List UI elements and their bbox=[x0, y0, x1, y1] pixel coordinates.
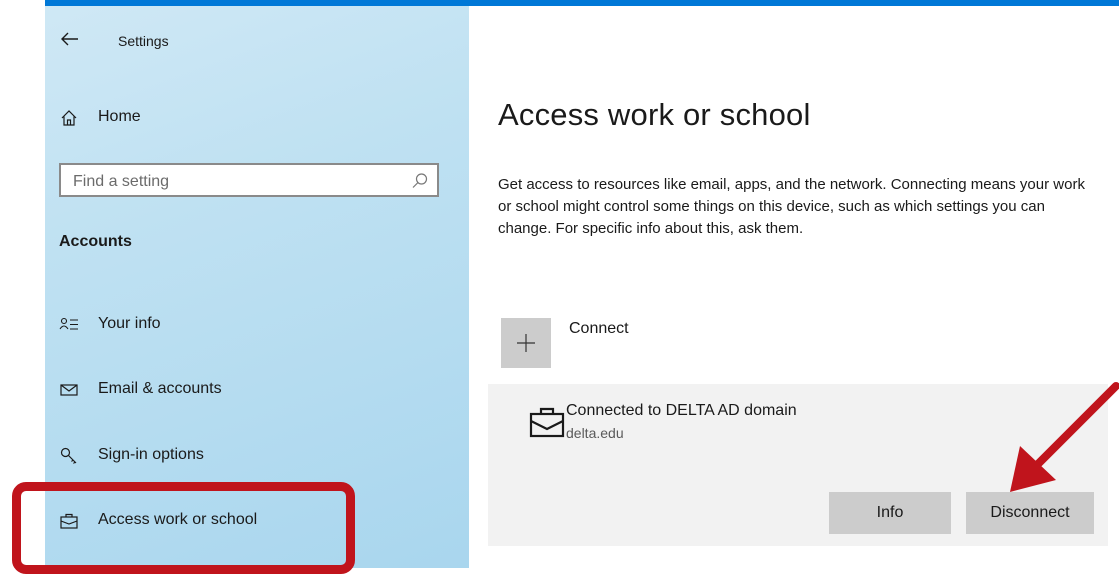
back-arrow-icon[interactable] bbox=[60, 30, 80, 48]
connect-label[interactable]: Connect bbox=[569, 320, 629, 338]
sidebar-item-your-info[interactable]: Your info bbox=[45, 305, 469, 345]
sidebar-item-label: Your info bbox=[98, 315, 161, 332]
page-title: Access work or school bbox=[498, 97, 811, 132]
window-title: Settings bbox=[118, 33, 169, 49]
account-name: Connected to DELTA AD domain bbox=[566, 402, 797, 419]
connect-button[interactable] bbox=[501, 318, 551, 368]
briefcase-icon bbox=[529, 407, 565, 438]
sidebar-item-label: Email & accounts bbox=[98, 380, 222, 397]
briefcase-icon bbox=[60, 513, 78, 529]
account-domain: delta.edu bbox=[566, 425, 624, 441]
info-button[interactable]: Info bbox=[829, 492, 951, 534]
sidebar-item-sign-in-options[interactable]: Sign-in options bbox=[45, 436, 469, 476]
sidebar-item-access-work-or-school[interactable]: Access work or school bbox=[45, 501, 469, 541]
section-header-accounts: Accounts bbox=[59, 233, 132, 250]
sidebar-item-home[interactable]: Home bbox=[45, 98, 469, 138]
key-icon bbox=[60, 447, 77, 464]
plus-icon bbox=[517, 334, 535, 352]
search-input[interactable] bbox=[71, 171, 395, 193]
sidebar bbox=[45, 6, 469, 568]
sidebar-item-label: Home bbox=[98, 108, 141, 125]
home-icon bbox=[61, 110, 77, 126]
person-list-icon bbox=[59, 317, 78, 330]
search-box[interactable] bbox=[59, 163, 439, 197]
sidebar-item-label: Access work or school bbox=[98, 511, 258, 528]
page-description: Get access to resources like email, apps… bbox=[498, 176, 1085, 237]
search-icon[interactable] bbox=[411, 172, 429, 190]
mail-icon bbox=[60, 384, 78, 396]
disconnect-button[interactable]: Disconnect bbox=[966, 492, 1094, 534]
sidebar-item-email-accounts[interactable]: Email & accounts bbox=[45, 370, 469, 410]
sidebar-item-label: Sign-in options bbox=[98, 446, 204, 463]
